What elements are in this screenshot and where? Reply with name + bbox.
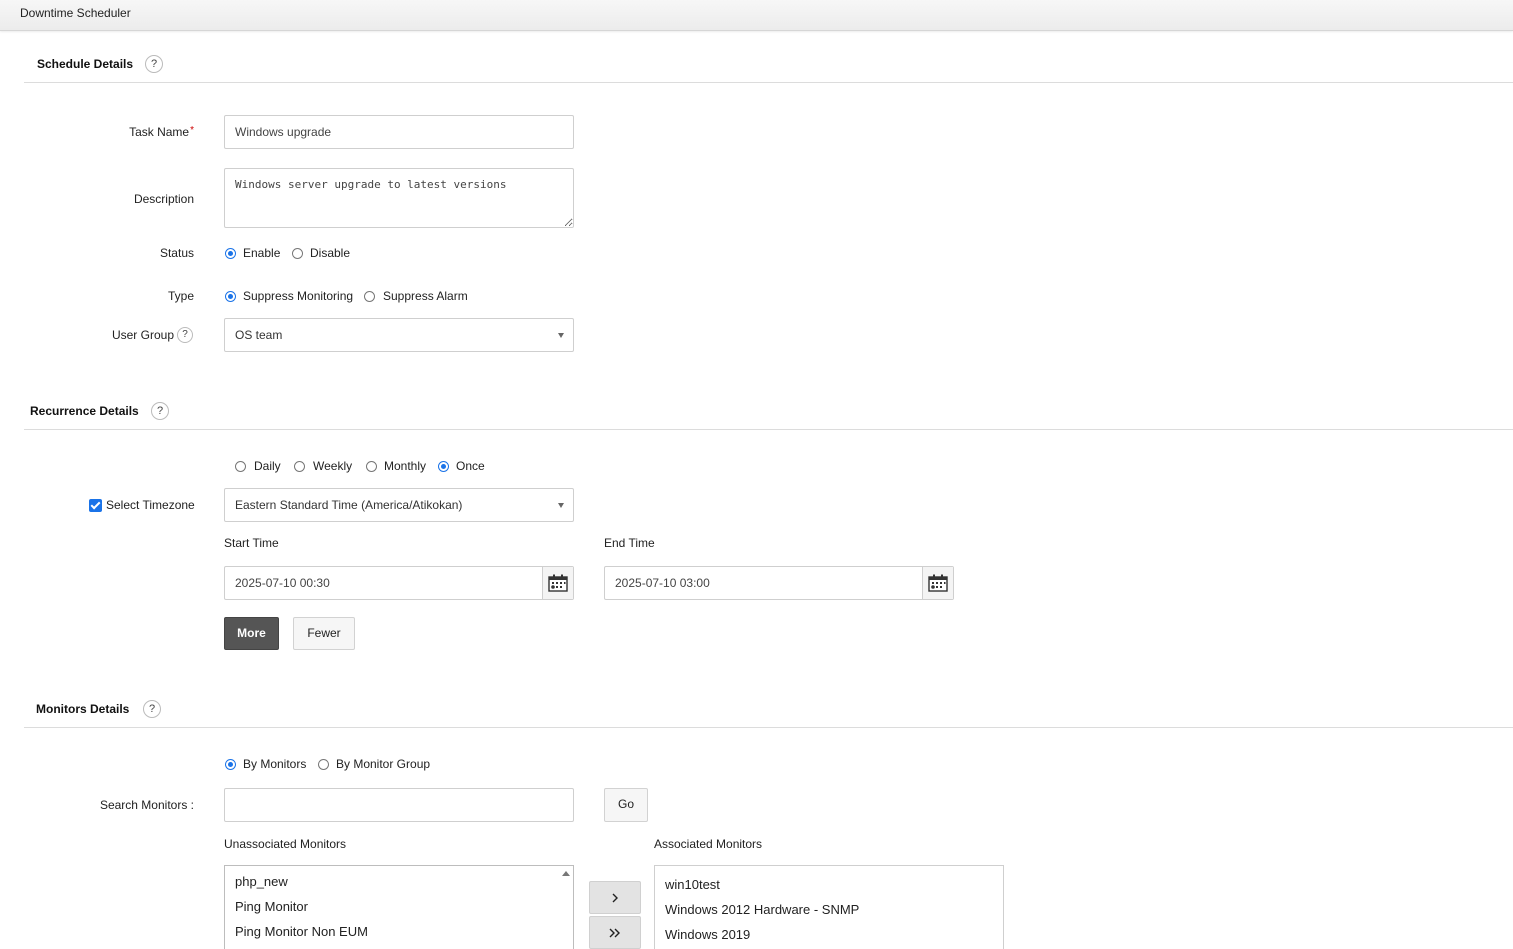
status-label: Status	[159, 246, 194, 260]
recurrence-weekly-label: Weekly	[313, 459, 353, 473]
recurrence-once-label: Once	[456, 459, 485, 473]
recurrence-help-icon[interactable]: ?	[151, 402, 169, 420]
start-calendar-button[interactable]	[542, 567, 573, 599]
by-monitors-radio[interactable]	[225, 759, 236, 770]
recurrence-details-title: Recurrence Details	[30, 404, 139, 418]
end-time-value: 2025-07-10 03:00	[615, 576, 710, 590]
task-name-input[interactable]	[224, 115, 574, 149]
end-time-label: End Time	[604, 536, 655, 550]
chevron-down-icon	[558, 503, 564, 508]
fewer-button[interactable]: Fewer	[293, 617, 355, 650]
unassociated-monitors-label: Unassociated Monitors	[224, 837, 347, 851]
start-time-field[interactable]: 2025-07-10 00:30	[224, 566, 574, 600]
recurrence-once-radio[interactable]	[438, 461, 449, 472]
start-time-value: 2025-07-10 00:30	[235, 576, 330, 590]
chevron-down-icon	[558, 333, 564, 338]
schedule-details-title: Schedule Details	[37, 57, 134, 71]
more-button[interactable]: More	[224, 617, 279, 650]
list-item[interactable]: php_new	[235, 874, 288, 889]
divider	[24, 429, 1513, 430]
timezone-select[interactable]: Eastern Standard Time (America/Atikokan)	[224, 488, 574, 522]
end-calendar-button[interactable]	[922, 567, 953, 599]
double-chevron-right-icon	[609, 928, 620, 937]
type-suppress-alarm-radio[interactable]	[364, 291, 375, 302]
user-group-select[interactable]: OS team	[224, 318, 574, 352]
move-selected-button[interactable]	[589, 881, 641, 914]
select-timezone-label: Select Timezone	[106, 498, 195, 512]
title-bar: Downtime Scheduler	[0, 0, 1513, 31]
go-button[interactable]: Go	[604, 788, 648, 822]
associated-monitors-label: Associated Monitors	[654, 837, 763, 851]
status-disable-label: Disable	[310, 246, 351, 260]
start-time-label: Start Time	[224, 536, 279, 550]
user-group-help-icon[interactable]: ?	[177, 327, 193, 343]
recurrence-daily-label: Daily	[254, 459, 281, 473]
status-enable-label: Enable	[243, 246, 281, 260]
move-all-button[interactable]	[589, 916, 641, 949]
type-suppress-alarm-label: Suppress Alarm	[383, 289, 468, 303]
status-disable-radio[interactable]	[292, 248, 303, 259]
scroll-up-icon[interactable]	[562, 871, 570, 876]
type-label: Type	[167, 289, 194, 303]
unassociated-monitors-list[interactable]: php_new Ping Monitor Ping Monitor Non EU…	[224, 865, 574, 949]
search-monitors-input[interactable]	[224, 788, 574, 822]
calendar-icon	[928, 574, 948, 592]
type-suppress-monitoring-label: Suppress Monitoring	[243, 289, 354, 303]
list-item[interactable]: Windows 2019	[665, 927, 750, 942]
select-timezone-checkbox[interactable]	[89, 499, 102, 512]
list-item[interactable]: Windows 2012 Hardware - SNMP	[665, 902, 859, 917]
by-monitor-group-radio[interactable]	[318, 759, 329, 770]
list-item[interactable]: Ping Monitor Non EUM	[235, 924, 368, 939]
divider	[24, 82, 1513, 83]
task-name-label: Task Name*	[129, 125, 194, 139]
description-textarea[interactable]: Windows server upgrade to latest version…	[224, 168, 574, 228]
list-item[interactable]: Ping Monitor	[235, 899, 308, 914]
type-suppress-monitoring-radio[interactable]	[225, 291, 236, 302]
description-label: Description	[133, 192, 194, 206]
end-time-field[interactable]: 2025-07-10 03:00	[604, 566, 954, 600]
by-monitor-group-label: By Monitor Group	[336, 757, 431, 771]
recurrence-monthly-radio[interactable]	[366, 461, 377, 472]
associated-monitors-list[interactable]: win10test Windows 2012 Hardware - SNMP W…	[654, 865, 1004, 949]
recurrence-monthly-label: Monthly	[384, 459, 427, 473]
recurrence-daily-radio[interactable]	[235, 461, 246, 472]
page-title: Downtime Scheduler	[20, 6, 131, 20]
user-group-label: User Group	[111, 328, 174, 342]
monitors-details-title: Monitors Details	[36, 702, 130, 716]
calendar-icon	[548, 574, 568, 592]
timezone-value: Eastern Standard Time (America/Atikokan)	[235, 498, 463, 512]
user-group-value: OS team	[235, 328, 283, 342]
search-monitors-label: Search Monitors :	[99, 798, 194, 812]
schedule-help-icon[interactable]: ?	[145, 55, 163, 73]
by-monitors-label: By Monitors	[243, 757, 307, 771]
monitors-help-icon[interactable]: ?	[143, 700, 161, 718]
recurrence-weekly-radio[interactable]	[294, 461, 305, 472]
status-enable-radio[interactable]	[225, 248, 236, 259]
chevron-right-icon	[612, 893, 618, 902]
list-item[interactable]: win10test	[665, 877, 720, 892]
divider	[24, 727, 1513, 728]
